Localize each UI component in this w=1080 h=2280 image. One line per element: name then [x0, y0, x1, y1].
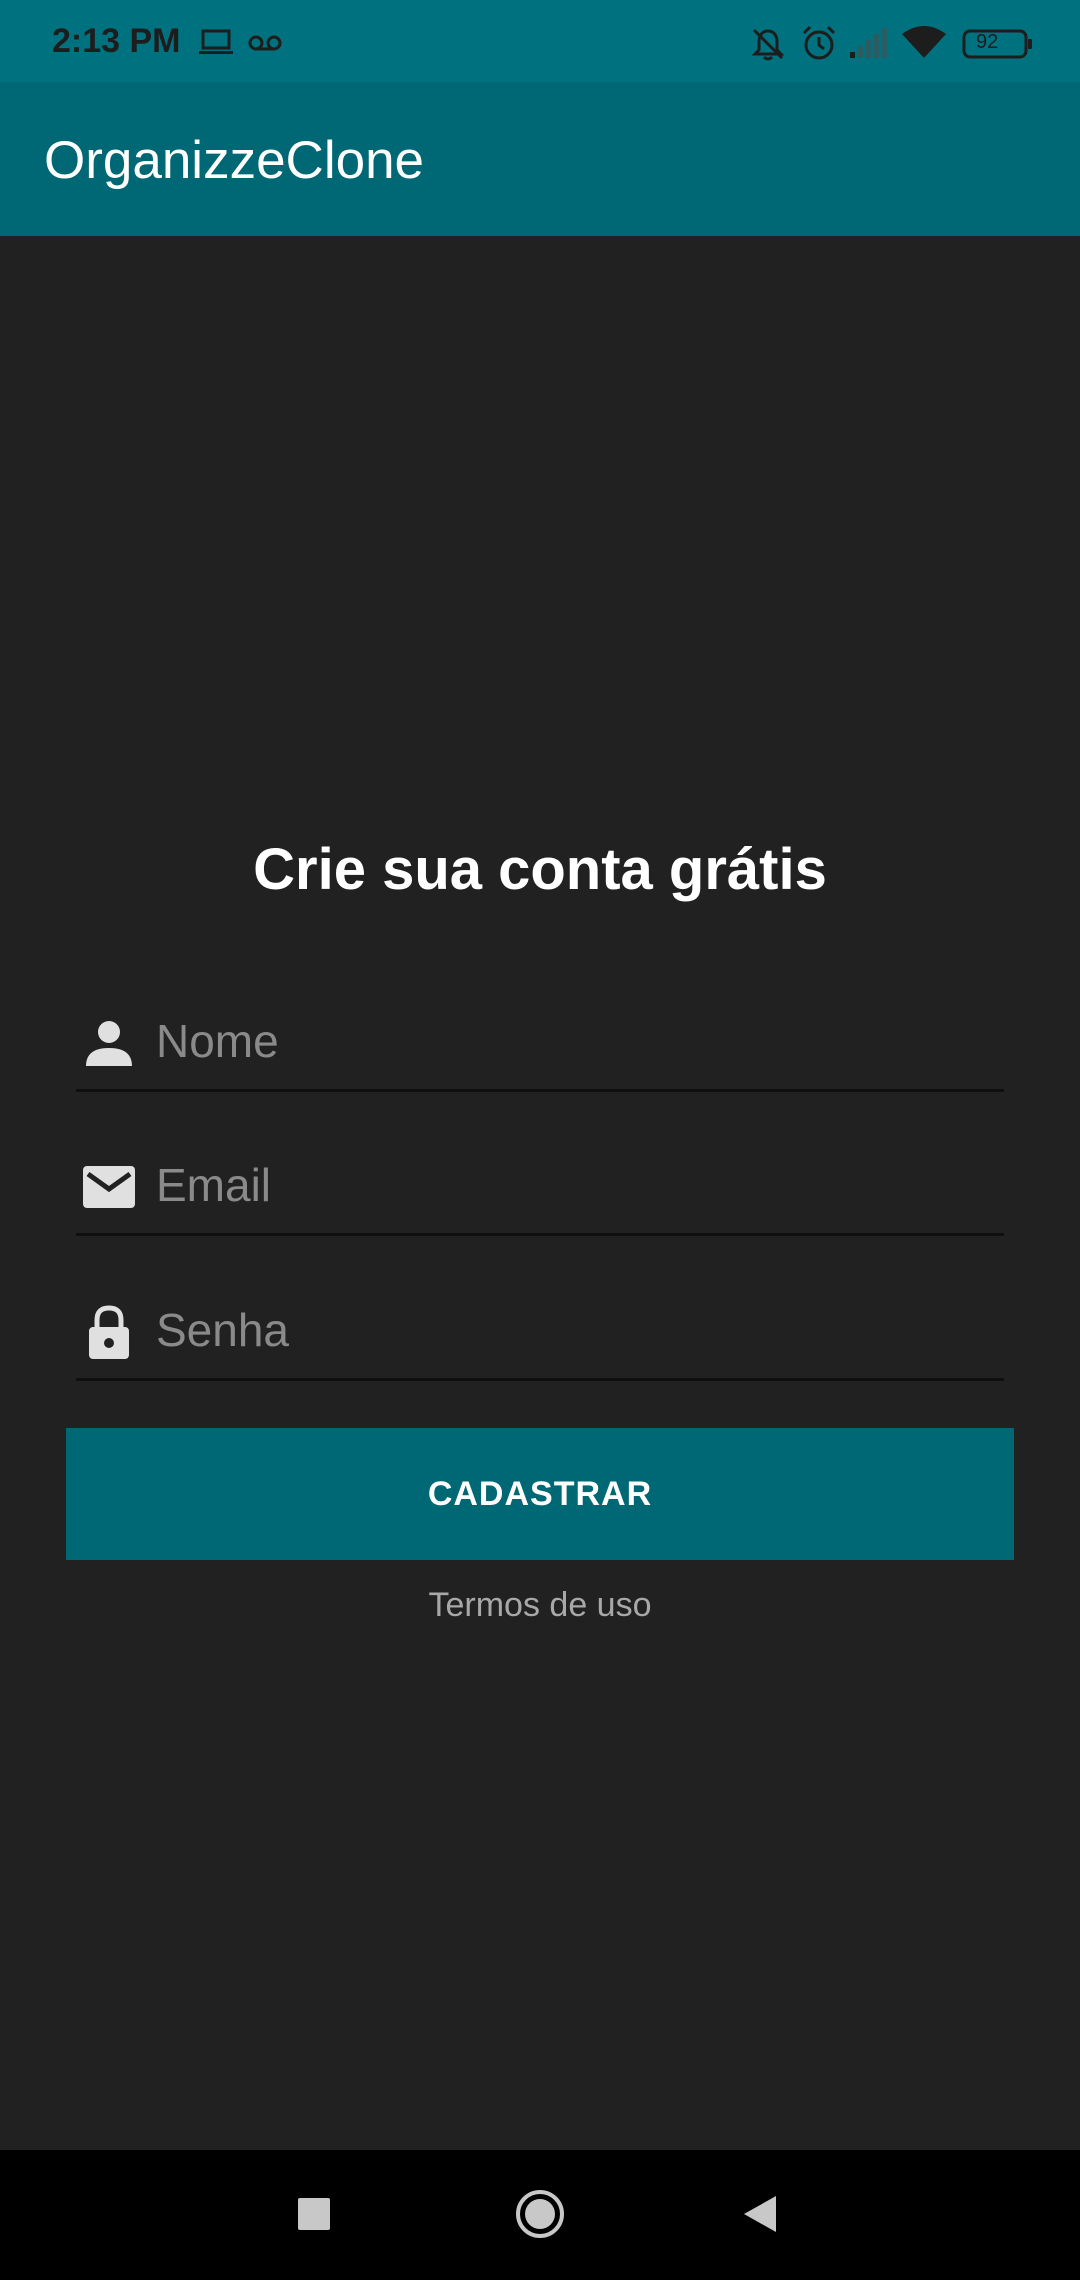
signup-form: Crie sua conta grátis — [0, 236, 1080, 2150]
status-time: 2:13 PM — [52, 22, 181, 60]
navigation-bar — [0, 2150, 1080, 2280]
wifi-icon — [902, 26, 946, 65]
password-field-container — [76, 1281, 1004, 1381]
name-field-container — [76, 992, 1004, 1092]
signal-icon — [848, 28, 888, 65]
app-bar: OrganizzeClone — [0, 82, 1080, 236]
lock-icon — [80, 1303, 138, 1361]
status-bar: 2:13 PM 92 — [0, 0, 1080, 82]
bell-off-icon — [750, 26, 786, 67]
recents-icon[interactable] — [296, 2196, 332, 2237]
voicemail-icon — [248, 32, 282, 59]
battery-level: 92 — [976, 31, 999, 53]
email-input[interactable] — [156, 1150, 996, 1220]
email-field-container — [76, 1136, 1004, 1236]
name-input[interactable] — [156, 1006, 996, 1076]
battery-icon: 92 — [962, 28, 1034, 65]
terms-link[interactable]: Termos de uso — [0, 1586, 1080, 1625]
laptop-icon — [198, 28, 234, 63]
alarm-icon — [800, 24, 838, 67]
person-icon — [80, 1014, 138, 1072]
mail-icon — [80, 1158, 138, 1216]
password-input[interactable] — [156, 1295, 996, 1365]
back-icon[interactable] — [740, 2194, 780, 2239]
page-title: Crie sua conta grátis — [253, 837, 827, 902]
app-title: OrganizzeClone — [44, 131, 425, 190]
signup-button[interactable]: CADASTRAR — [66, 1428, 1014, 1560]
home-icon[interactable] — [514, 2188, 566, 2245]
